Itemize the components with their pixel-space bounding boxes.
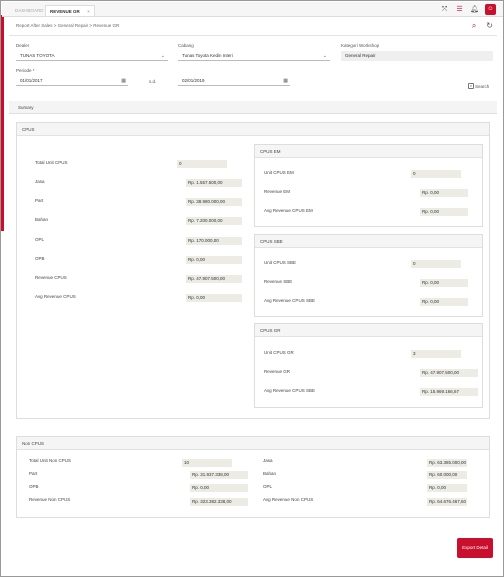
cpus-sbe-panel: CPUS SBE Unit CPUS SBE 0 Revenue SBE Rp.… xyxy=(254,234,483,317)
avg-revenue-cpus-em-label: Avg Revenue CPUS EM xyxy=(264,208,313,213)
periode-sd-label: s.d. xyxy=(149,79,157,84)
avg-revenue-cpus-em-value: Rp. 0,00 xyxy=(420,208,468,216)
dealer-value: TUNAS TOYOTA xyxy=(20,53,55,58)
non-cpus-opl-value: Rp. 0,00 xyxy=(427,484,467,492)
opl-value: Rp. 170.000,00 xyxy=(186,237,242,245)
export-detail-button[interactable]: Export Detail xyxy=(457,538,493,558)
grid-icon[interactable]: ☰ xyxy=(455,5,464,14)
summary-header: Sumary xyxy=(9,101,497,114)
tab-bar: DASHBOARD REVENUE GR × ⤧ ☰ 🔔︎ ☺ xyxy=(2,2,503,17)
cabang-select[interactable]: Tunas Toyota Kedin Interi ⌄ xyxy=(178,51,330,61)
dealer-select[interactable]: TUNAS TOYOTA ⌄ xyxy=(16,51,168,61)
avg-revenue-cpus-label: Avg Revenue CPUS xyxy=(35,294,76,299)
search-icon: ⌕ xyxy=(468,83,474,89)
search-label: Search xyxy=(475,83,490,89)
cpus-panel: CPUS Total Unit CPUS 0 Jasa Rp. 1.557.50… xyxy=(16,122,490,419)
user-avatar[interactable]: ☺ xyxy=(485,4,496,15)
revenue-cpus-label: Revenue CPUS xyxy=(35,275,67,280)
cabang-label: Cabang xyxy=(178,43,194,48)
kategori-value: General Repair xyxy=(345,53,376,58)
non-cpus-title: Non CPUS xyxy=(17,437,489,450)
non-cpus-opb-label: OPB xyxy=(29,484,39,489)
non-cpus-part-label: Part xyxy=(29,471,38,476)
avg-revenue-cpus-sbe-label: Avg Revenue CPUS SBE xyxy=(264,298,315,303)
revenue-sbe-label: Revenue SBE xyxy=(264,279,293,284)
avg-revenue-non-cpus-label: Avg Revenue Non CPUS xyxy=(263,497,314,502)
part-label: Part xyxy=(35,198,44,203)
unit-cpus-sbe-value: 0 xyxy=(411,260,461,268)
chevron-down-icon: ⌄ xyxy=(322,53,327,59)
tab-revenue-gr[interactable]: REVENUE GR × xyxy=(45,5,95,16)
non-cpus-opl-label: OPL xyxy=(263,484,273,489)
periode-from-input[interactable]: 01/01/2017 ▦ xyxy=(16,76,128,86)
revenue-non-cpus-label: Revenue Non CPUS xyxy=(29,497,71,502)
unit-cpus-gr-label: Unit CPUS GR xyxy=(264,350,294,355)
cpus-panel-title: CPUS xyxy=(17,123,489,136)
kategori-label: Kategori Workshop xyxy=(341,43,380,48)
cpus-sbe-title: CPUS SBE xyxy=(255,235,482,248)
opl-label: OPL xyxy=(35,237,45,242)
close-icon[interactable]: × xyxy=(87,6,90,17)
revenue-cpus-value: Rp. 47.907.500,00 xyxy=(186,275,242,283)
unit-cpus-sbe-label: Unit CPUS SBE xyxy=(264,260,297,265)
accent-bar xyxy=(1,15,4,231)
total-unit-non-cpus-label: Total Unit Non CPUS xyxy=(29,458,72,463)
periode-to-input[interactable]: 02/01/2019 ▦ xyxy=(178,76,290,86)
tab-label: REVENUE GR xyxy=(50,9,80,14)
search-icon[interactable]: ⌕ xyxy=(472,21,476,31)
search-button[interactable]: ⌕ Search xyxy=(468,83,489,89)
periode-label: Periode * xyxy=(16,68,35,73)
total-unit-cpus-label: Total Unit CPUS xyxy=(35,160,68,165)
non-cpus-jasa-value: Rp. 63.385.000,00 xyxy=(427,459,467,467)
jasa-label: Jasa xyxy=(35,179,45,184)
non-cpus-part-value: Rp. 31.937.338,00 xyxy=(190,471,248,479)
jasa-value: Rp. 1.557.500,00 xyxy=(186,179,242,187)
revenue-non-cpus-value: Rp. 323.382.338,00 xyxy=(190,498,248,506)
opb-value: Rp. 0,00 xyxy=(186,256,242,264)
avg-revenue-cpus-gr-label: Avg Revenue CPUS SBE xyxy=(264,388,315,393)
total-unit-non-cpus-value: 10 xyxy=(182,459,232,467)
app-window: DASHBOARD REVENUE GR × ⤧ ☰ 🔔︎ ☺ Report A… xyxy=(0,0,504,577)
bell-icon[interactable]: 🔔︎ xyxy=(470,5,479,14)
calendar-icon[interactable]: ▦ xyxy=(121,76,126,86)
revenue-em-label: Revenue EM xyxy=(264,189,291,194)
bahan-value: Rp. 7.200.000,00 xyxy=(186,217,242,225)
refresh-icon[interactable]: ↻ xyxy=(486,21,493,31)
cpus-gr-title: CPUS GR xyxy=(255,324,482,337)
calendar-icon[interactable]: ▦ xyxy=(283,76,288,86)
breadcrumb: Report After Sales > General Repair > Re… xyxy=(16,23,120,28)
kategori-field: General Repair xyxy=(341,51,493,61)
revenue-gr-label: Revenue GR xyxy=(264,369,291,374)
divider xyxy=(9,35,497,36)
opb-label: OPB xyxy=(35,256,45,261)
periode-from-value: 01/01/2017 xyxy=(20,78,43,83)
periode-to-value: 02/01/2019 xyxy=(182,78,205,83)
expand-icon[interactable]: ⤧ xyxy=(440,5,449,14)
unit-cpus-gr-value: 3 xyxy=(411,350,461,358)
avg-revenue-cpus-value: Rp. 0,00 xyxy=(186,294,242,302)
avg-revenue-cpus-sbe-value: Rp. 0,00 xyxy=(420,298,468,306)
dealer-label: Dealer xyxy=(16,43,30,48)
cpus-em-panel: CPUS EM Unit CPUS EM 0 Revenue EM Rp. 0,… xyxy=(254,144,483,227)
avg-revenue-non-cpus-value: Rp. 64.676.467,60 xyxy=(427,498,467,506)
cpus-em-title: CPUS EM xyxy=(255,145,482,158)
avg-revenue-cpus-gr-value: Rp. 15.969.166,67 xyxy=(420,388,478,396)
revenue-em-value: Rp. 0,00 xyxy=(420,189,468,197)
unit-cpus-em-value: 0 xyxy=(411,170,461,178)
non-cpus-panel: Non CPUS Total Unit Non CPUS 10 Part Rp.… xyxy=(16,436,490,518)
chevron-down-icon: ⌄ xyxy=(160,53,165,59)
non-cpus-jasa-label: Jasa xyxy=(263,458,273,463)
total-unit-cpus-value: 0 xyxy=(177,160,227,168)
non-cpus-bahan-value: Rp. 60.000,00 xyxy=(427,471,467,479)
part-value: Rp. 38.980.000,00 xyxy=(186,198,242,206)
revenue-sbe-value: Rp. 0,00 xyxy=(420,279,468,287)
non-cpus-opb-value: Rp. 0,00 xyxy=(190,484,248,492)
non-cpus-bahan-label: Bahan xyxy=(263,471,277,476)
tab-dashboard[interactable]: DASHBOARD xyxy=(11,5,48,16)
bahan-label: Bahan xyxy=(35,217,49,222)
revenue-gr-value: Rp. 47.907.500,00 xyxy=(420,369,478,377)
cabang-value: Tunas Toyota Kedin Interi xyxy=(182,53,233,58)
unit-cpus-em-label: Unit CPUS EM xyxy=(264,170,294,175)
cpus-gr-panel: CPUS GR Unit CPUS GR 3 Revenue GR Rp. 47… xyxy=(254,323,483,408)
